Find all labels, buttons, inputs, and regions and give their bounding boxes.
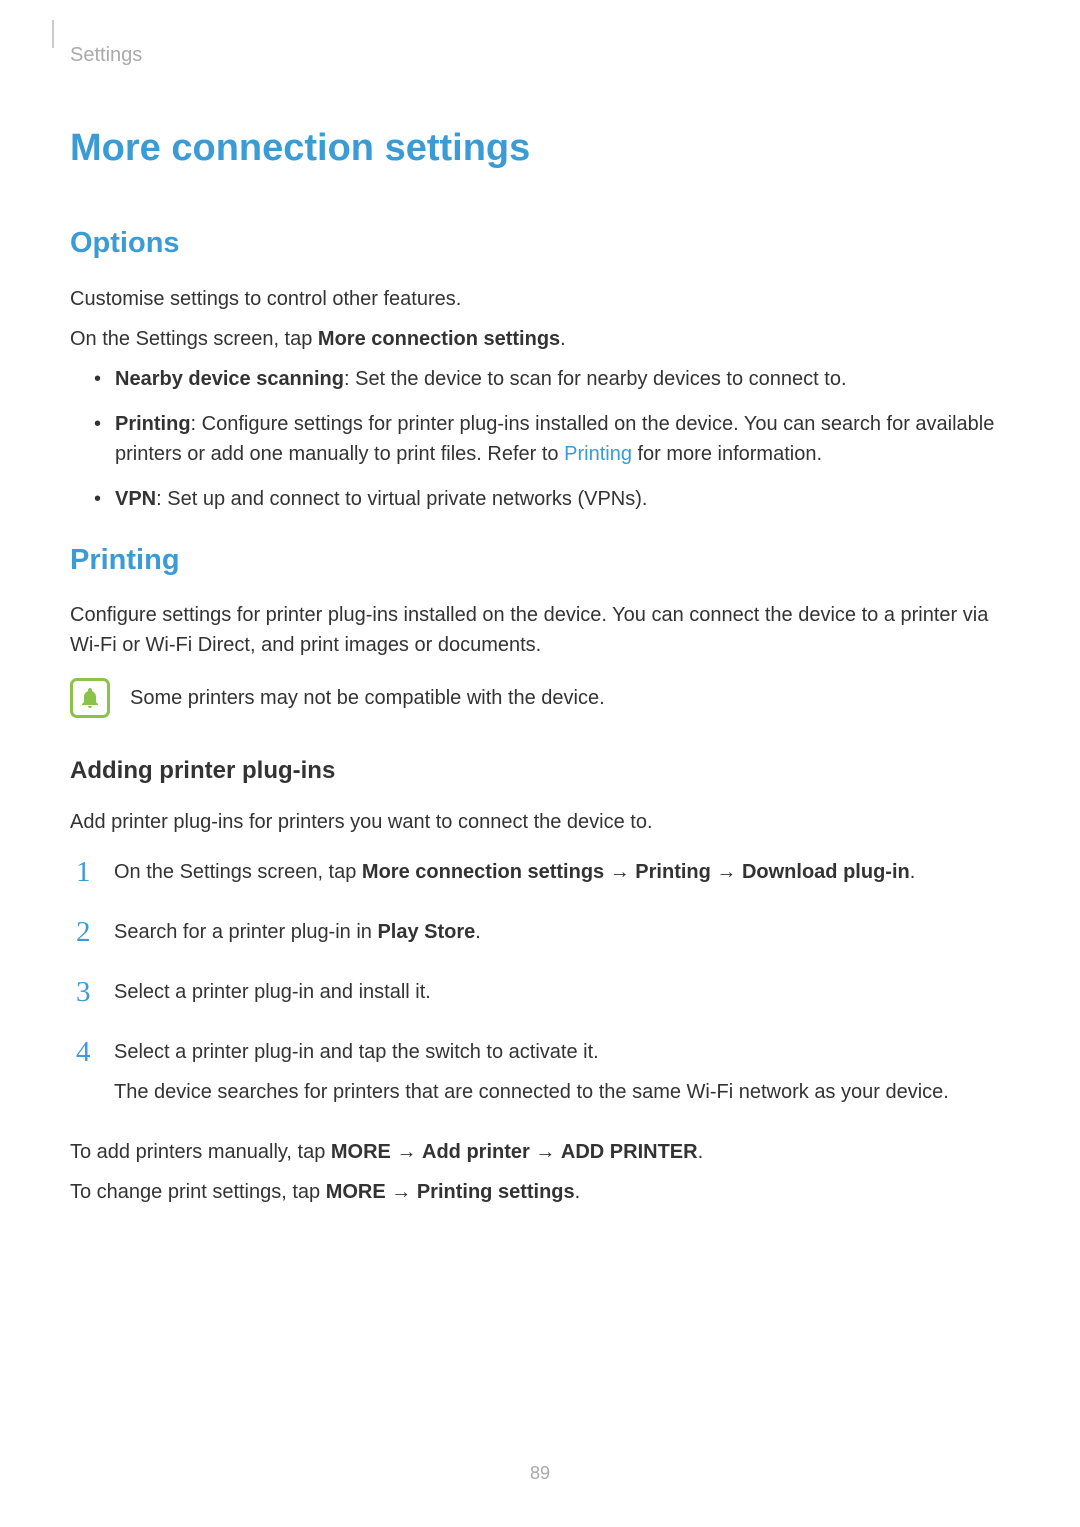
manual-post: . [698,1141,704,1163]
step-bold: Printing [635,861,711,883]
options-intro-2-bold: More connection settings [318,328,560,350]
list-item: Nearby device scanning: Set the device t… [70,364,1010,394]
options-intro-2-pre: On the Settings screen, tap [70,328,318,350]
manual-bold: Add printer [422,1141,530,1163]
step-sub: The device searches for printers that ar… [114,1077,1010,1107]
arrow: → [711,861,742,883]
list-item: VPN: Set up and connect to virtual priva… [70,484,1010,514]
item-bold: VPN [115,488,156,510]
item-bold: Printing [115,413,191,435]
manual-bold: ADD PRINTER [561,1141,698,1163]
arrow: → [391,1141,422,1163]
adding-heading: Adding printer plug-ins [70,753,1010,789]
printing-link[interactable]: Printing [564,443,632,465]
change-bold: Printing settings [417,1181,575,1203]
change-settings-text: To change print settings, tap MORE → Pri… [70,1177,1010,1207]
list-item: Printing: Configure settings for printer… [70,409,1010,469]
arrow: → [386,1181,417,1203]
item-text: : Set up and connect to virtual private … [156,488,647,510]
item-text-pre: : Configure settings for printer plug-in… [115,413,994,465]
bell-icon [70,678,110,718]
printing-intro: Configure settings for printer plug-ins … [70,600,1010,660]
step-post: . [910,861,916,883]
change-bold: MORE [326,1181,386,1203]
change-pre: To change print settings, tap [70,1181,326,1203]
step-pre: Select a printer plug-in and install it. [114,981,431,1003]
item-bold: Nearby device scanning [115,368,344,390]
step-pre: Select a printer plug-in and tap the swi… [114,1041,599,1063]
options-intro-1: Customise settings to control other feat… [70,284,1010,314]
printing-heading: Printing [70,539,1010,583]
header-divider [52,20,54,48]
step-pre: Search for a printer plug-in in [114,921,377,943]
change-post: . [575,1181,581,1203]
manual-add-text: To add printers manually, tap MORE → Add… [70,1137,1010,1167]
note-text: Some printers may not be compatible with… [130,683,605,713]
item-text-post: for more information. [632,443,822,465]
options-heading: Options [70,222,1010,266]
manual-bold: MORE [331,1141,391,1163]
adding-intro: Add printer plug-ins for printers you wa… [70,807,1010,837]
page-title: More connection settings [70,120,1010,177]
arrow: → [530,1141,561,1163]
arrow: → [604,861,635,883]
step-pre: On the Settings screen, tap [114,861,362,883]
step-item: Select a printer plug-in and install it. [70,977,1010,1007]
item-text: : Set the device to scan for nearby devi… [344,368,847,390]
page-number: 89 [0,1460,1080,1487]
step-bold: Download plug-in [742,861,910,883]
step-bold: Play Store [377,921,475,943]
manual-pre: To add printers manually, tap [70,1141,331,1163]
breadcrumb: Settings [70,40,1010,70]
step-item: Search for a printer plug-in in Play Sto… [70,917,1010,947]
options-intro-2-post: . [560,328,566,350]
step-bold: More connection settings [362,861,604,883]
options-list: Nearby device scanning: Set the device t… [70,364,1010,514]
options-intro-2: On the Settings screen, tap More connect… [70,324,1010,354]
step-item: On the Settings screen, tap More connect… [70,857,1010,887]
steps-list: On the Settings screen, tap More connect… [70,857,1010,1107]
page-content: Settings More connection settings Option… [0,0,1080,1247]
step-item: Select a printer plug-in and tap the swi… [70,1037,1010,1107]
step-post: . [475,921,481,943]
note-box: Some printers may not be compatible with… [70,678,1010,718]
